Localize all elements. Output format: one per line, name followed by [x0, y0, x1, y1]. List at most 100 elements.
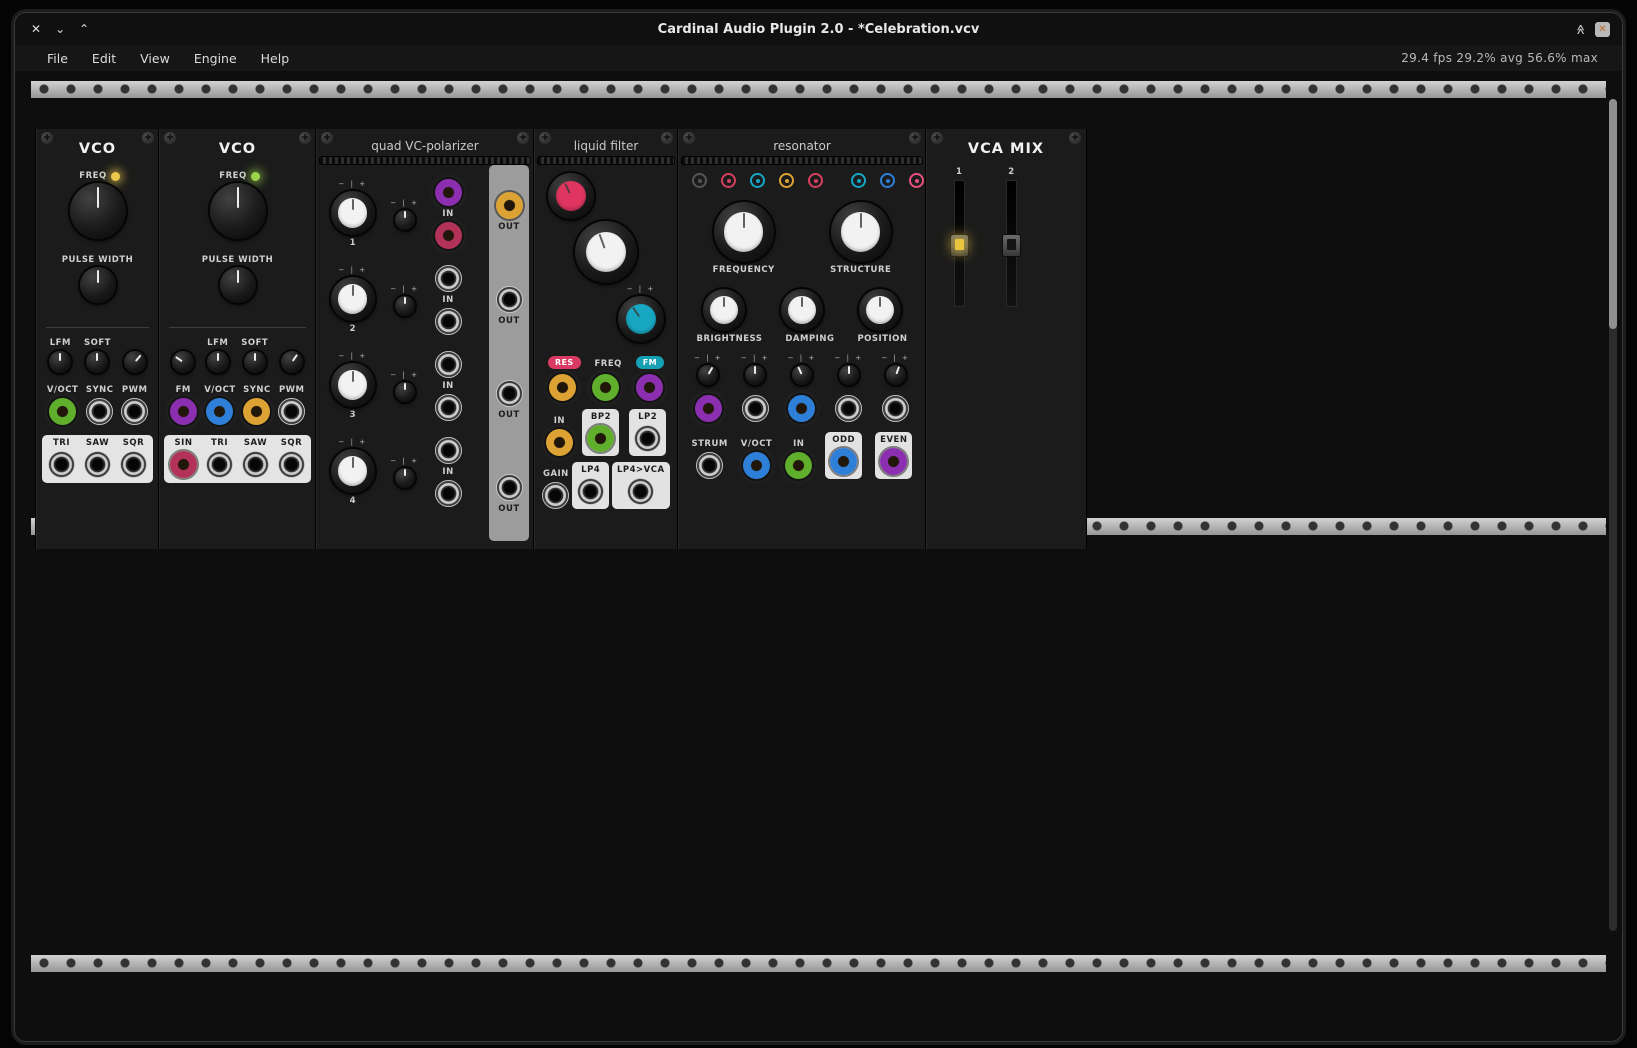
collapse-icon[interactable]: ≪ [1574, 24, 1585, 34]
jack-in-cv[interactable] [435, 265, 462, 292]
knob-w[interactable] [781, 289, 823, 331]
jack-v-oct[interactable] [743, 452, 770, 479]
knob-dark[interactable] [210, 183, 266, 239]
jack-port[interactable] [695, 395, 722, 422]
knob-w[interactable] [331, 277, 375, 321]
jack-out[interactable] [496, 474, 523, 501]
slider-1[interactable] [954, 180, 965, 307]
jack-lp4-vca[interactable] [627, 478, 654, 505]
jack-lp4[interactable] [577, 478, 604, 505]
jack-bp2[interactable] [587, 425, 614, 452]
pink-icon[interactable] [909, 173, 924, 188]
blue-icon[interactable] [880, 173, 895, 188]
knob-p[interactable] [548, 173, 594, 219]
knob-w[interactable] [831, 202, 891, 262]
jack-lp2[interactable] [634, 425, 661, 452]
menu-file[interactable]: File [37, 49, 78, 68]
knob-dark[interactable] [698, 365, 718, 385]
menu-edit[interactable]: Edit [82, 49, 126, 68]
red-icon[interactable] [808, 173, 823, 188]
slider-handle[interactable] [1002, 234, 1021, 257]
jack-port[interactable] [788, 395, 815, 422]
jack-gain[interactable] [542, 482, 569, 509]
jack-pwm[interactable] [121, 398, 148, 425]
knob-lfm[interactable] [49, 351, 71, 373]
knob-w[interactable] [703, 289, 745, 331]
jack-port[interactable] [742, 395, 769, 422]
knob-w[interactable] [575, 221, 637, 283]
knob-w[interactable] [331, 191, 375, 235]
knob-soft[interactable] [244, 351, 266, 373]
knob-dark[interactable] [395, 210, 415, 230]
slider-handle[interactable] [950, 234, 969, 257]
maximize-button[interactable]: ⌃ [79, 22, 89, 36]
knob-dark[interactable] [124, 351, 146, 373]
jack-saw[interactable] [84, 451, 111, 478]
jack-in[interactable] [435, 222, 462, 249]
knob-w[interactable] [331, 363, 375, 407]
jack-in-cv[interactable] [435, 179, 462, 206]
slider-2[interactable] [1006, 180, 1017, 307]
knob-dark[interactable] [395, 296, 415, 316]
jack-strum[interactable] [696, 452, 723, 479]
minimize-button[interactable]: ⌄ [55, 22, 65, 36]
knob-dark[interactable] [839, 365, 859, 385]
jack-sqr[interactable] [120, 451, 147, 478]
jack-odd[interactable] [830, 448, 857, 475]
menu-view[interactable]: View [130, 49, 180, 68]
close-button[interactable]: ✕ [31, 22, 41, 36]
jack-v-oct[interactable] [49, 398, 76, 425]
jack-port[interactable] [835, 395, 862, 422]
jack-out[interactable] [496, 286, 523, 313]
knob-dark[interactable] [395, 468, 415, 488]
jack-tri[interactable] [48, 451, 75, 478]
jack-tri[interactable] [206, 451, 233, 478]
menu-help[interactable]: Help [251, 49, 300, 68]
menu-engine[interactable]: Engine [184, 49, 247, 68]
jack-in[interactable] [546, 429, 573, 456]
knob-soft[interactable] [86, 351, 108, 373]
pin-icon[interactable]: ✕ [1595, 22, 1610, 37]
knob-w[interactable] [859, 289, 901, 331]
knob-t[interactable] [618, 296, 664, 342]
jack-in[interactable] [435, 308, 462, 335]
jack-in-cv[interactable] [435, 437, 462, 464]
jack-sin[interactable] [170, 451, 197, 478]
jack-port[interactable] [592, 374, 619, 401]
jack-in[interactable] [435, 480, 462, 507]
jack-port[interactable] [636, 374, 663, 401]
jack-v-oct[interactable] [206, 398, 233, 425]
knob-w[interactable] [331, 449, 375, 493]
knob-dark[interactable] [281, 351, 303, 373]
knob-dark[interactable] [792, 365, 812, 385]
jack-even[interactable] [880, 448, 907, 475]
dark-icon[interactable] [692, 173, 707, 188]
jack-saw[interactable] [242, 451, 269, 478]
scrollbar[interactable] [1609, 99, 1617, 931]
orange-icon[interactable] [779, 173, 794, 188]
teal-icon[interactable] [750, 173, 765, 188]
knob-dark[interactable] [886, 365, 906, 385]
jack-port[interactable] [549, 374, 576, 401]
knob-dark[interactable] [80, 267, 116, 303]
teal-icon[interactable] [851, 173, 866, 188]
jack-sync[interactable] [86, 398, 113, 425]
jack-in[interactable] [785, 452, 812, 479]
knob-dark[interactable] [172, 351, 194, 373]
jack-pwm[interactable] [278, 398, 305, 425]
knob-lfm[interactable] [207, 351, 229, 373]
knob-dark[interactable] [220, 267, 256, 303]
jack-out[interactable] [496, 192, 523, 219]
knob-dark[interactable] [395, 382, 415, 402]
jack-in[interactable] [435, 394, 462, 421]
jack-fm[interactable] [170, 398, 197, 425]
jack-out[interactable] [496, 380, 523, 407]
knob-dark[interactable] [70, 183, 126, 239]
jack-sqr[interactable] [278, 451, 305, 478]
knob-dark[interactable] [745, 365, 765, 385]
jack-port[interactable] [882, 395, 909, 422]
red-icon[interactable] [721, 173, 736, 188]
knob-w[interactable] [714, 202, 774, 262]
jack-in-cv[interactable] [435, 351, 462, 378]
jack-sync[interactable] [243, 398, 270, 425]
